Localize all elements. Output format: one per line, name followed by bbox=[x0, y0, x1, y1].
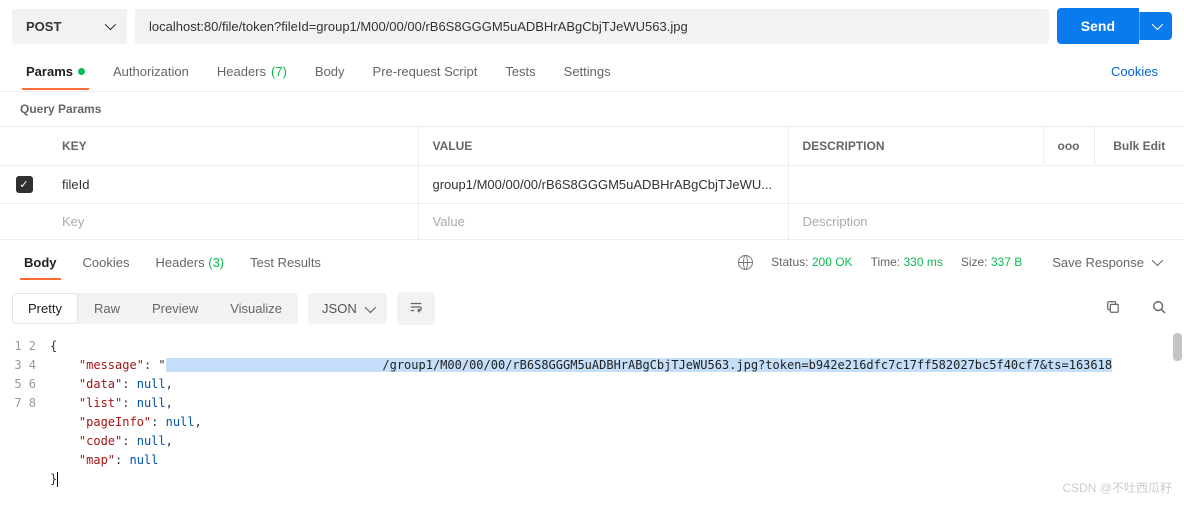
wrap-icon bbox=[409, 300, 423, 314]
time-value: 330 ms bbox=[903, 255, 942, 269]
response-toolbar: Pretty Raw Preview Visualize JSON bbox=[0, 284, 1184, 333]
chevron-down-icon bbox=[1152, 255, 1163, 266]
line-gutter: 1 2 3 4 5 6 7 8 bbox=[0, 337, 50, 489]
description-cell[interactable] bbox=[788, 166, 1184, 204]
checkbox-header bbox=[0, 127, 48, 166]
tab-label: Params bbox=[26, 64, 73, 79]
link-label: Save Response bbox=[1052, 255, 1144, 270]
tab-body[interactable]: Body bbox=[301, 54, 359, 89]
method-label: POST bbox=[26, 19, 61, 34]
value-cell-placeholder[interactable]: Value bbox=[418, 204, 788, 240]
tab-label: Tests bbox=[505, 64, 535, 79]
tab-settings[interactable]: Settings bbox=[550, 54, 625, 89]
link-label: Cookies bbox=[1111, 64, 1158, 79]
view-mode-group: Pretty Raw Preview Visualize bbox=[12, 293, 298, 324]
value-cell[interactable]: group1/M00/00/00/rB6S8GGGM5uADBHrABgCbjT… bbox=[418, 166, 788, 204]
query-params-title: Query Params bbox=[0, 92, 1184, 126]
request-bar: POST Send bbox=[0, 0, 1184, 52]
key-header: KEY bbox=[48, 127, 418, 166]
key-cell[interactable]: fileId bbox=[48, 166, 418, 204]
chevron-down-icon bbox=[364, 301, 375, 312]
response-body-editor[interactable]: 1 2 3 4 5 6 7 8 { "message": " /group1/M… bbox=[0, 333, 1184, 493]
save-response-button[interactable]: Save Response bbox=[1040, 245, 1172, 280]
cookies-link[interactable]: Cookies bbox=[1097, 54, 1172, 89]
bulk-edit-button[interactable]: Bulk Edit bbox=[1094, 127, 1184, 166]
format-select[interactable]: JSON bbox=[308, 293, 387, 324]
send-button-group: Send bbox=[1057, 8, 1172, 44]
copy-icon bbox=[1106, 300, 1120, 314]
chevron-down-icon bbox=[1152, 19, 1163, 30]
view-mode-pretty[interactable]: Pretty bbox=[12, 293, 78, 324]
checkmark-icon: ✓ bbox=[16, 176, 33, 193]
tab-label: Body bbox=[24, 255, 57, 270]
tab-params[interactable]: Params bbox=[12, 54, 99, 89]
send-button[interactable]: Send bbox=[1057, 8, 1139, 44]
highlighted-url: /group1/M00/00/00/rB6S8GGGM5uADBHrABgCbj… bbox=[166, 358, 1112, 372]
description-header: DESCRIPTION bbox=[788, 127, 1043, 166]
code-content: { "message": " /group1/M00/00/00/rB6S8GG… bbox=[50, 337, 1184, 489]
time-block: Time: 330 ms bbox=[871, 255, 943, 269]
table-row: ✓ fileId group1/M00/00/00/rB6S8GGGM5uADB… bbox=[0, 166, 1184, 204]
resp-tab-tests[interactable]: Test Results bbox=[238, 245, 333, 280]
view-mode-raw[interactable]: Raw bbox=[78, 293, 136, 324]
chevron-down-icon bbox=[105, 19, 116, 30]
status-value: 200 OK bbox=[812, 255, 853, 269]
tab-tests[interactable]: Tests bbox=[491, 54, 549, 89]
query-params-table: KEY VALUE DESCRIPTION ooo Bulk Edit ✓ fi… bbox=[0, 126, 1184, 240]
key-cell-placeholder[interactable]: Key bbox=[48, 204, 418, 240]
request-tabs: Params Authorization Headers (7) Body Pr… bbox=[0, 52, 1184, 92]
status-block: Status: 200 OK bbox=[771, 255, 852, 269]
table-row-new: Key Value Description bbox=[0, 204, 1184, 240]
scrollbar-thumb[interactable] bbox=[1173, 333, 1182, 361]
tab-label: Settings bbox=[564, 64, 611, 79]
dot-indicator-icon bbox=[78, 68, 85, 75]
tab-label: Headers bbox=[217, 64, 266, 79]
tab-label: Body bbox=[315, 64, 345, 79]
tab-label: Test Results bbox=[250, 255, 321, 270]
size-block: Size: 337 B bbox=[961, 255, 1022, 269]
search-button[interactable] bbox=[1146, 294, 1172, 323]
send-options-button[interactable] bbox=[1139, 12, 1172, 40]
tab-prerequest[interactable]: Pre-request Script bbox=[359, 54, 492, 89]
more-options[interactable]: ooo bbox=[1043, 127, 1094, 166]
response-meta: Status: 200 OK Time: 330 ms Size: 337 B bbox=[738, 255, 1022, 270]
watermark: CSDN @不吐西瓜籽 bbox=[1062, 479, 1172, 496]
tab-headers[interactable]: Headers (7) bbox=[203, 54, 301, 89]
description-cell-placeholder[interactable]: Description bbox=[788, 204, 1184, 240]
response-tools bbox=[1100, 294, 1172, 323]
resp-tab-cookies[interactable]: Cookies bbox=[71, 245, 142, 280]
resp-tab-body[interactable]: Body bbox=[12, 245, 69, 280]
size-value: 337 B bbox=[991, 255, 1022, 269]
globe-icon[interactable] bbox=[738, 255, 753, 270]
tab-count: (3) bbox=[208, 255, 224, 270]
view-mode-visualize[interactable]: Visualize bbox=[214, 293, 298, 324]
text-cursor bbox=[57, 472, 58, 487]
url-input[interactable] bbox=[135, 9, 1049, 44]
resp-tab-headers[interactable]: Headers (3) bbox=[143, 245, 236, 280]
view-mode-preview[interactable]: Preview bbox=[136, 293, 214, 324]
format-label: JSON bbox=[322, 301, 357, 316]
tab-label: Headers bbox=[155, 255, 204, 270]
row-checkbox-cell[interactable]: ✓ bbox=[0, 166, 48, 204]
search-icon bbox=[1152, 300, 1166, 314]
tab-label: Pre-request Script bbox=[373, 64, 478, 79]
row-checkbox-cell[interactable] bbox=[0, 204, 48, 240]
value-header: VALUE bbox=[418, 127, 788, 166]
tab-authorization[interactable]: Authorization bbox=[99, 54, 203, 89]
response-tabs: Body Cookies Headers (3) Test Results St… bbox=[0, 240, 1184, 284]
tab-count: (7) bbox=[271, 64, 287, 79]
copy-button[interactable] bbox=[1100, 294, 1126, 323]
tab-label: Authorization bbox=[113, 64, 189, 79]
tab-label: Cookies bbox=[83, 255, 130, 270]
line-wrap-button[interactable] bbox=[397, 292, 435, 325]
method-select[interactable]: POST bbox=[12, 9, 127, 44]
